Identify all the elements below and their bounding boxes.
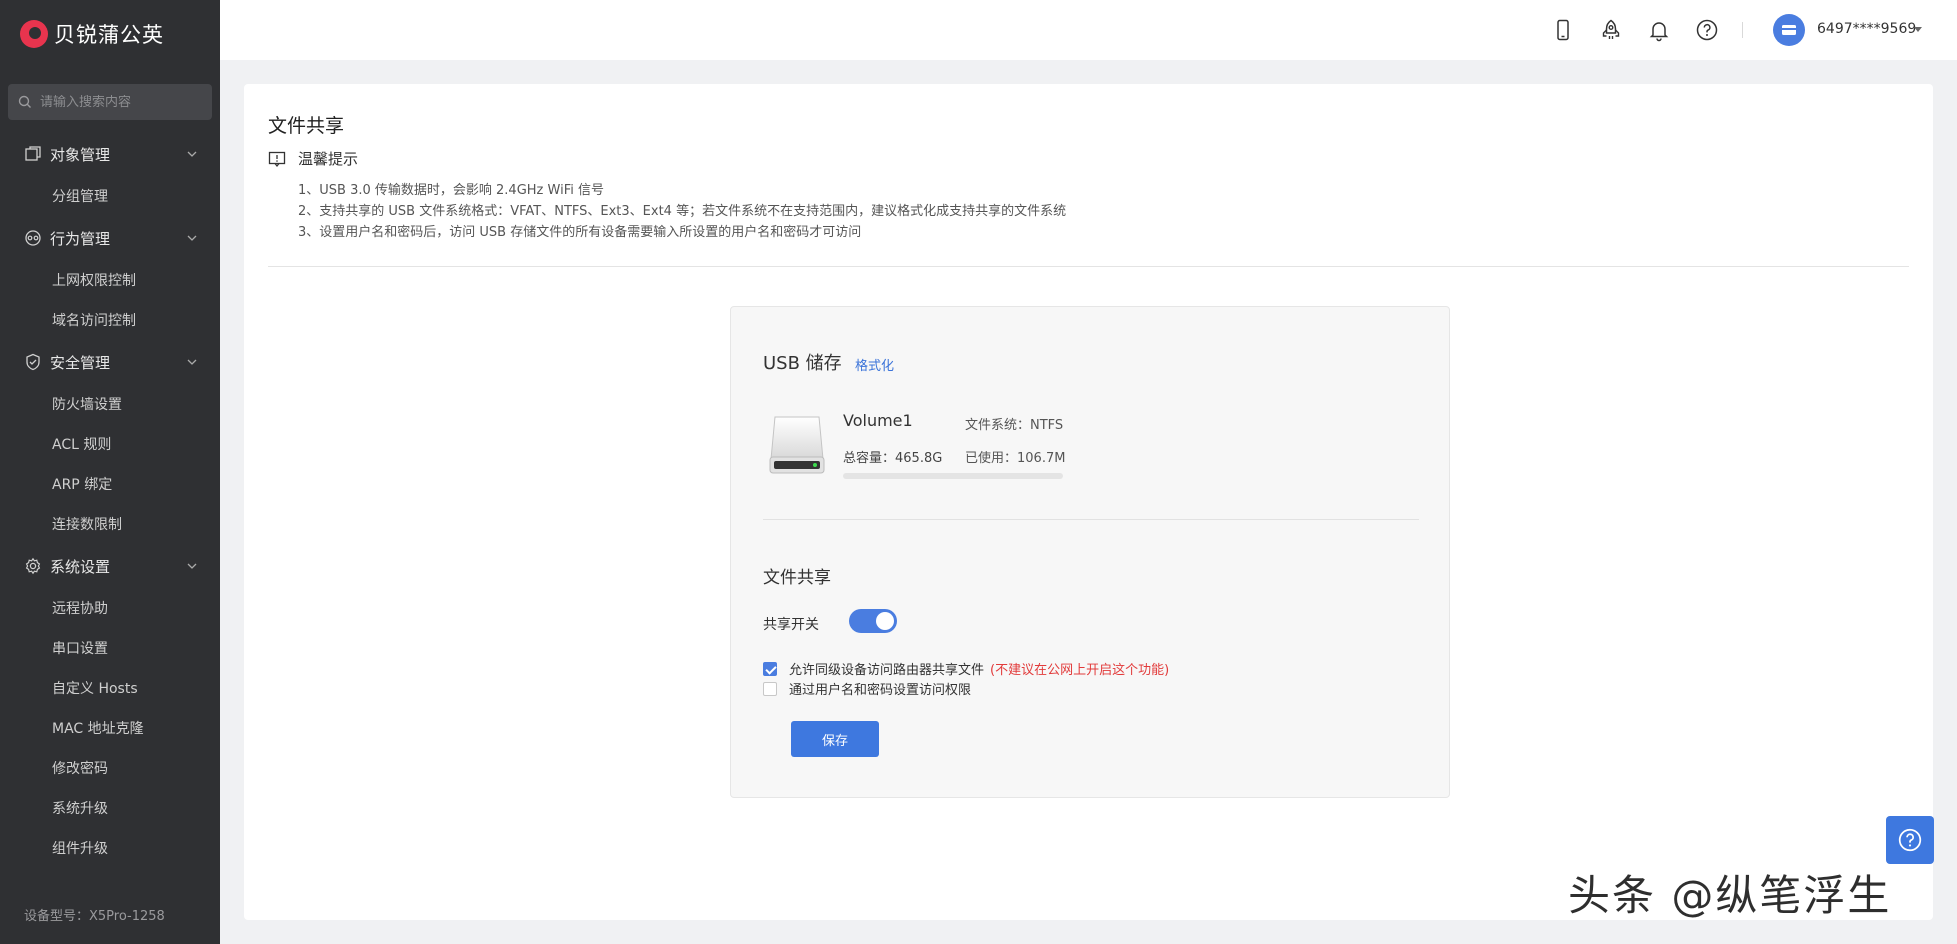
top-header: 6497****9569 <box>220 0 1957 60</box>
sidebar-item-domain-access[interactable]: 域名访问控制 <box>0 300 220 340</box>
header-divider <box>1742 22 1743 38</box>
card-icon <box>1782 25 1796 35</box>
phone-icon[interactable] <box>1551 18 1575 42</box>
usb-panel: USB 储存 格式化 Volume1 文件系统：NTFS 总容量：465.8G … <box>730 306 1450 798</box>
total-capacity: 总容量：465.8G <box>843 451 943 466</box>
auth-access-row[interactable]: 通过用户名和密码设置访问权限 <box>763 679 971 698</box>
volume-name: Volume1 <box>843 411 913 430</box>
sidebar-group-label: 对象管理 <box>50 145 111 164</box>
sidebar-group-system[interactable]: 系统设置 <box>0 544 220 588</box>
watermark: 头条 @纵笔浮生 <box>1568 871 1892 920</box>
file-share-title: 文件共享 <box>763 568 831 588</box>
sidebar-item-remote-assist[interactable]: 远程协助 <box>0 588 220 628</box>
chevron-down-icon <box>187 359 197 365</box>
hard-disk-icon <box>769 416 825 474</box>
format-link[interactable]: 格式化 <box>855 355 894 374</box>
sidebar-item-internet-access[interactable]: 上网权限控制 <box>0 260 220 300</box>
sidebar: 贝锐蒲公英 对象管理 分组管理 行为管理 上网权限控制 域名访问控制 安全管理 … <box>0 0 220 944</box>
auth-access-checkbox[interactable] <box>763 681 777 696</box>
shield-icon <box>26 353 40 371</box>
main-card: 文件共享 温馨提示 1、USB 3.0 传输数据时，会影响 2.4GHz WiF… <box>244 84 1933 920</box>
device-model: 设备型号：X5Pro-1258 <box>24 909 165 924</box>
divider <box>268 266 1909 267</box>
chevron-down-icon <box>187 151 197 157</box>
used-space: 已使用：106.7M <box>965 451 1066 466</box>
share-toggle-label: 共享开关 <box>763 617 819 633</box>
sidebar-item-firewall[interactable]: 防火墙设置 <box>0 384 220 424</box>
sidebar-group-label: 安全管理 <box>50 353 111 372</box>
sidebar-group-object[interactable]: 对象管理 <box>0 132 220 176</box>
notice-icon <box>268 151 286 167</box>
bell-icon[interactable] <box>1647 18 1671 42</box>
object-icon <box>25 146 41 161</box>
sidebar-item-system-upgrade[interactable]: 系统升级 <box>0 788 220 828</box>
tip-line: 3、设置用户名和密码后，访问 USB 存储文件的所有设备需要输入所设置的用户名和… <box>298 225 862 240</box>
sidebar-item-acl[interactable]: ACL 规则 <box>0 424 220 464</box>
filesystem: 文件系统：NTFS <box>965 418 1064 433</box>
allow-peer-access-row[interactable]: 允许同级设备访问路由器共享文件 (不建议在公网上开启这个功能) <box>763 659 1169 678</box>
tips-list: 1、USB 3.0 传输数据时，会影响 2.4GHz WiFi 信号 2、支持共… <box>298 180 1066 243</box>
tip-header: 温馨提示 <box>268 148 358 169</box>
auth-access-label: 通过用户名和密码设置访问权限 <box>789 683 972 698</box>
user-id[interactable]: 6497****9569 <box>1817 21 1916 37</box>
sidebar-item-component-upgrade[interactable]: 组件升级 <box>0 828 220 868</box>
sidebar-item-conn-limit[interactable]: 连接数限制 <box>0 504 220 544</box>
tip-line: 1、USB 3.0 传输数据时，会影响 2.4GHz WiFi 信号 <box>298 183 604 198</box>
behavior-icon <box>25 230 41 246</box>
toggle-knob <box>876 612 894 630</box>
brand[interactable]: 贝锐蒲公英 <box>0 0 220 68</box>
sidebar-item-hosts[interactable]: 自定义 Hosts <box>0 668 220 708</box>
allow-peer-access-checkbox[interactable] <box>763 661 777 676</box>
sidebar-item-arp[interactable]: ARP 绑定 <box>0 464 220 504</box>
panel-divider <box>763 519 1419 520</box>
floating-help-button[interactable] <box>1886 816 1934 864</box>
sidebar-group-behavior[interactable]: 行为管理 <box>0 216 220 260</box>
chevron-down-icon <box>187 235 197 241</box>
tip-label: 温馨提示 <box>298 150 359 168</box>
tip-line: 2、支持共享的 USB 文件系统格式：VFAT、NTFS、Ext3、Ext4 等… <box>298 204 1067 219</box>
sidebar-item-mac-clone[interactable]: MAC 地址克隆 <box>0 708 220 748</box>
chevron-down-icon <box>187 563 197 569</box>
search-icon <box>18 95 31 108</box>
search-input[interactable] <box>40 94 190 110</box>
gear-icon <box>25 557 41 575</box>
brand-name: 贝锐蒲公英 <box>54 23 164 47</box>
sidebar-item-group-manage[interactable]: 分组管理 <box>0 176 220 216</box>
help-icon[interactable] <box>1695 18 1719 42</box>
rocket-icon[interactable] <box>1599 18 1623 42</box>
allow-peer-access-warning: (不建议在公网上开启这个功能) <box>990 663 1170 678</box>
sidebar-group-label: 行为管理 <box>50 229 111 248</box>
avatar[interactable] <box>1773 14 1805 46</box>
usage-progress-bar <box>843 473 1063 479</box>
sidebar-group-security[interactable]: 安全管理 <box>0 340 220 384</box>
sidebar-item-change-password[interactable]: 修改密码 <box>0 748 220 788</box>
share-toggle[interactable] <box>849 609 897 633</box>
sidebar-item-serial[interactable]: 串口设置 <box>0 628 220 668</box>
sidebar-scroll-fade <box>0 864 220 888</box>
page-title: 文件共享 <box>268 115 345 137</box>
help-icon <box>1898 828 1922 852</box>
save-button[interactable]: 保存 <box>791 721 879 757</box>
allow-peer-access-label: 允许同级设备访问路由器共享文件 <box>789 663 985 678</box>
usb-storage-title: USB 储存 <box>763 353 842 374</box>
brand-logo-icon <box>20 20 48 48</box>
caret-down-icon[interactable] <box>1914 27 1922 32</box>
sidebar-group-label: 系统设置 <box>50 557 111 576</box>
sidebar-search[interactable] <box>8 84 212 120</box>
